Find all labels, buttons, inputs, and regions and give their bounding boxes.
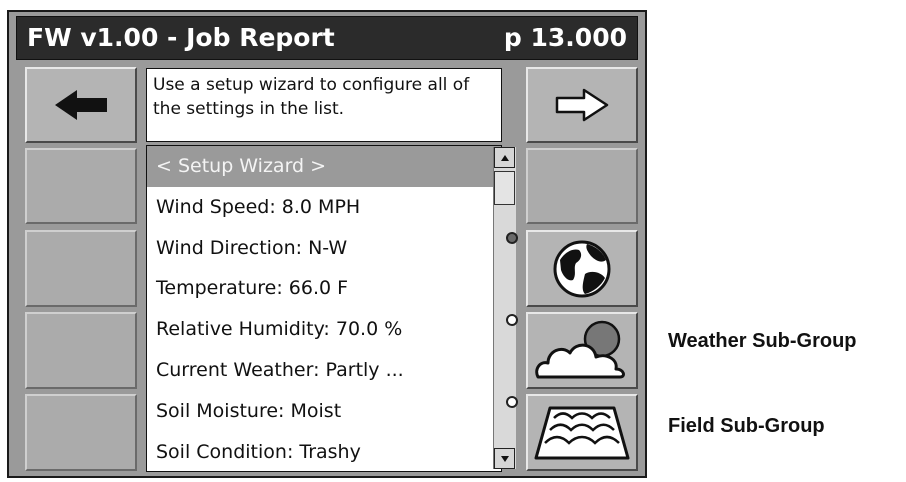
back-button[interactable] bbox=[25, 67, 137, 143]
page-number: p 13.000 bbox=[503, 23, 627, 52]
globe-subgroup-button[interactable] bbox=[526, 230, 638, 307]
list-item[interactable]: Soil Moisture: Moist bbox=[147, 391, 501, 432]
triangle-down-icon bbox=[500, 455, 509, 462]
page-title: FW v1.00 - Job Report bbox=[27, 23, 335, 52]
field-indicator bbox=[506, 396, 518, 408]
left-button-4[interactable] bbox=[25, 312, 137, 389]
list-item[interactable]: Wind Direction: N-W bbox=[147, 228, 501, 269]
weather-cloud-sun-icon bbox=[535, 320, 625, 378]
job-report-screen: FW v1.00 - Job Report p 13.000 Use a set… bbox=[7, 10, 647, 478]
weather-subgroup-button[interactable] bbox=[526, 312, 638, 389]
field-subgroup-button[interactable] bbox=[526, 394, 638, 471]
forward-button[interactable] bbox=[526, 67, 638, 143]
title-bar: FW v1.00 - Job Report p 13.000 bbox=[16, 16, 638, 60]
list-item-setup-wizard[interactable]: < Setup Wizard > bbox=[147, 146, 501, 187]
weather-indicator bbox=[506, 314, 518, 326]
list-item[interactable]: Wind Speed: 8.0 MPH bbox=[147, 187, 501, 228]
list-item[interactable]: Current Weather: Partly ... bbox=[147, 350, 501, 391]
list-item[interactable]: Relative Humidity: 70.0 % bbox=[147, 309, 501, 350]
globe-indicator bbox=[506, 232, 518, 244]
scroll-down-button[interactable] bbox=[494, 448, 515, 469]
left-button-5[interactable] bbox=[25, 394, 137, 471]
left-button-3[interactable] bbox=[25, 230, 137, 307]
triangle-up-icon bbox=[500, 154, 509, 161]
help-text: Use a setup wizard to configure all of t… bbox=[146, 68, 502, 142]
weather-subgroup-callout: Weather Sub-Group bbox=[668, 330, 857, 352]
right-arrow-icon bbox=[555, 88, 609, 122]
globe-icon bbox=[553, 240, 611, 297]
field-subgroup-callout: Field Sub-Group bbox=[668, 415, 825, 437]
scroll-thumb[interactable] bbox=[494, 171, 515, 205]
field-icon bbox=[534, 406, 630, 459]
scrollbar[interactable] bbox=[493, 147, 516, 469]
left-button-2[interactable] bbox=[25, 148, 137, 224]
scroll-up-button[interactable] bbox=[494, 147, 515, 168]
list-item[interactable]: Soil Condition: Trashy bbox=[147, 432, 501, 471]
list-item[interactable]: Temperature: 66.0 F bbox=[147, 268, 501, 309]
left-arrow-icon bbox=[55, 90, 107, 120]
right-button-2[interactable] bbox=[526, 148, 638, 224]
settings-list[interactable]: < Setup Wizard > Wind Speed: 8.0 MPH Win… bbox=[146, 145, 502, 472]
